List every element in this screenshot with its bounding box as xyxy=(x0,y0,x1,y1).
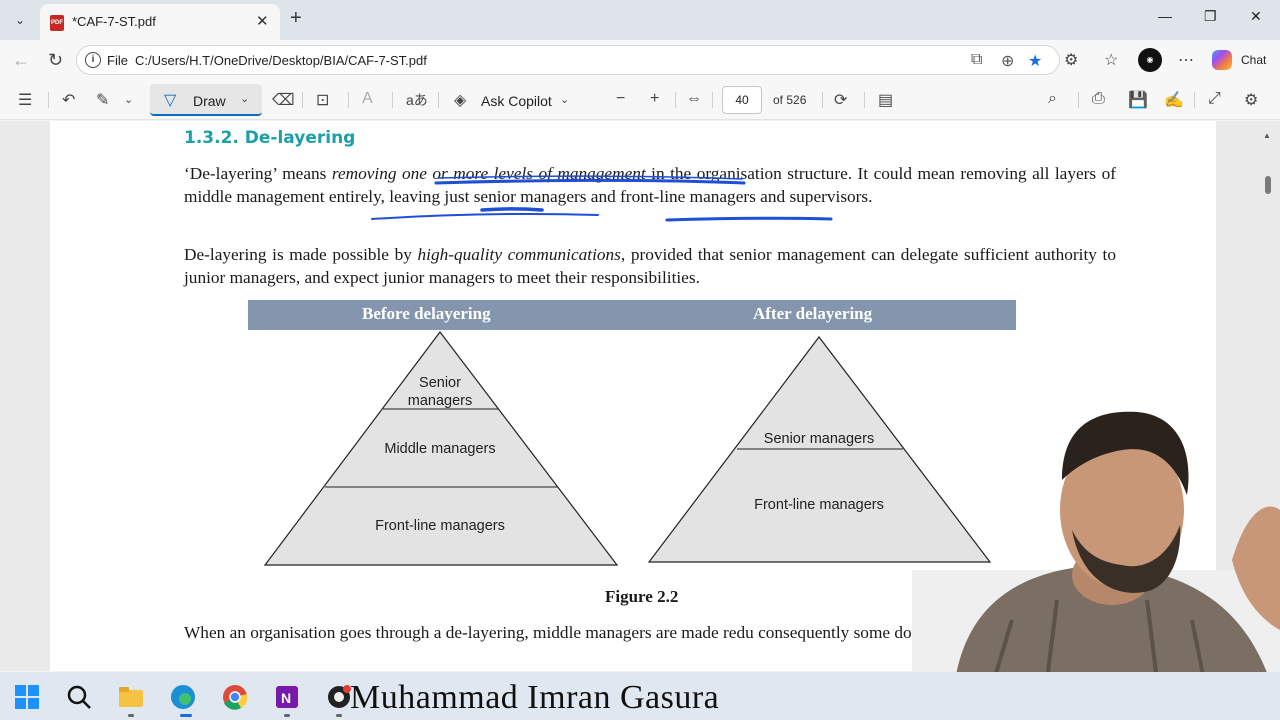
print-icon[interactable]: ⎙ xyxy=(1092,90,1105,108)
separator xyxy=(302,92,303,108)
separator xyxy=(712,92,713,108)
rotate-icon[interactable]: ⟳ xyxy=(834,90,847,110)
scheme-label: File xyxy=(107,53,128,68)
url-text[interactable]: C:/Users/H.T/OneDrive/Desktop/BIA/CAF-7-… xyxy=(135,53,427,68)
new-tab-button[interactable]: + xyxy=(290,7,302,30)
onenote-icon[interactable]: N xyxy=(274,684,300,710)
copilot-chevron-icon[interactable]: ⌄ xyxy=(560,93,569,106)
after-frontline-label: Front-line managers xyxy=(754,497,884,513)
scroll-thumb[interactable] xyxy=(1265,176,1271,194)
after-senior-label: Senior managers xyxy=(764,431,874,447)
running-indicator xyxy=(128,714,134,717)
erase-icon[interactable]: ⌫ xyxy=(272,90,295,110)
back-icon[interactable]: ← xyxy=(12,50,30,71)
separator xyxy=(822,92,823,108)
restore-icon[interactable]: ❐ xyxy=(1204,8,1217,25)
highlight-icon[interactable]: ✎ xyxy=(96,90,109,110)
fullscreen-icon[interactable]: ⤢ xyxy=(1208,90,1221,108)
address-bar[interactable]: i File C:/Users/H.T/OneDrive/Desktop/BIA… xyxy=(76,45,1060,75)
close-tab-icon[interactable]: ✕ xyxy=(256,12,269,30)
separator xyxy=(1078,92,1079,108)
settings-gear-icon[interactable]: ⚙ xyxy=(1244,90,1258,110)
pdf-file-icon: PDF xyxy=(50,15,64,31)
tab-pdf[interactable]: PDF *CAF-7-ST.pdf ✕ xyxy=(40,4,280,40)
address-bar-row: ← ↻ i File C:/Users/H.T/OneDrive/Desktop… xyxy=(0,40,1280,80)
presenter-name-watermark: Muhammad Imran Gasura xyxy=(350,679,720,716)
separator xyxy=(392,92,393,108)
close-window-icon[interactable]: ✕ xyxy=(1250,8,1262,25)
separator xyxy=(348,92,349,108)
file-explorer-icon[interactable] xyxy=(118,684,144,710)
copilot-chat-button[interactable]: Chat xyxy=(1208,46,1272,74)
tab-strip: ⌄ PDF *CAF-7-ST.pdf ✕ + — ❐ ✕ xyxy=(0,0,1280,40)
edge-browser-icon[interactable] xyxy=(170,684,196,710)
fit-to-width-icon[interactable]: ⇔ xyxy=(686,90,702,108)
search-icon[interactable]: ⌕ xyxy=(1048,90,1057,108)
tab-title: *CAF-7-ST.pdf xyxy=(72,14,156,29)
save-icon[interactable]: 💾 xyxy=(1128,90,1148,110)
ink-underline-3 xyxy=(371,213,599,220)
before-pyramid: Senior managers Middle managers Front-li… xyxy=(263,331,619,566)
ink-underline-2 xyxy=(437,175,743,180)
immersive-reader-icon[interactable]: ⧉ xyxy=(971,51,982,69)
before-senior-label-2: managers xyxy=(408,393,472,409)
tab-actions-menu-icon[interactable]: ⌄ xyxy=(8,8,32,32)
ink-annotations xyxy=(371,175,833,222)
extensions-icon[interactable]: ⚙ xyxy=(1064,50,1078,70)
undo-icon[interactable]: ↶ xyxy=(62,90,75,110)
separator xyxy=(675,92,676,108)
running-indicator xyxy=(284,714,290,717)
read-aloud-icon[interactable]: aあ xyxy=(406,90,428,110)
zoom-in-icon[interactable]: + xyxy=(650,90,659,108)
obs-recorder-icon[interactable] xyxy=(326,684,352,710)
svg-text:N: N xyxy=(281,690,291,706)
active-indicator xyxy=(180,714,192,717)
page-view-icon[interactable]: ▤ xyxy=(878,90,893,110)
text-format-icon[interactable]: A xyxy=(362,90,373,108)
profile-avatar[interactable]: ◉ xyxy=(1138,48,1162,72)
draw-label: Draw xyxy=(193,93,226,109)
separator xyxy=(1194,92,1195,108)
separator xyxy=(48,92,49,108)
running-indicator xyxy=(336,714,342,717)
save-as-icon[interactable]: ✍ xyxy=(1164,90,1184,110)
page-total: of 526 xyxy=(773,93,807,107)
page-number-input[interactable]: 40 xyxy=(722,86,762,114)
highlight-chevron-icon[interactable]: ⌄ xyxy=(124,93,133,106)
ink-underline-5 xyxy=(665,216,833,222)
before-senior-label-1: Senior xyxy=(419,375,461,391)
zoom-icon[interactable]: ⊕ xyxy=(1001,51,1014,71)
figure-caption: Figure 2.2 xyxy=(605,587,679,606)
contents-icon[interactable]: ☰ xyxy=(18,90,32,110)
chat-label: Chat xyxy=(1241,53,1267,67)
separator xyxy=(438,92,439,108)
before-frontline-label: Front-line managers xyxy=(375,518,505,534)
draw-chevron-icon[interactable]: ⌄ xyxy=(240,92,249,105)
pdf-toolbar: ☰ ↶ ✎ ⌄ ▽ Draw ⌄ ⌫ ⊡ A aあ ◈ ⌄ − + ⇔ ⟳ ▤ … xyxy=(0,80,1280,120)
copilot-icon[interactable]: ◈ xyxy=(454,90,466,110)
favorite-star-icon[interactable]: ★ xyxy=(1028,51,1042,71)
refresh-icon[interactable]: ↻ xyxy=(48,50,63,71)
ask-copilot-label[interactable]: Ask Copilot xyxy=(481,93,552,109)
favorites-icon[interactable]: ☆ xyxy=(1104,50,1118,70)
before-middle-label: Middle managers xyxy=(384,441,495,457)
chrome-icon[interactable] xyxy=(222,684,248,710)
copilot-logo-icon xyxy=(1212,50,1232,70)
zoom-out-icon[interactable]: − xyxy=(616,90,625,108)
add-text-icon[interactable]: ⊡ xyxy=(316,90,329,110)
ink-underline-4 xyxy=(480,207,544,212)
ink-underline-1 xyxy=(434,178,746,185)
windows-start-icon[interactable] xyxy=(14,684,40,710)
scroll-up-icon[interactable]: ▲ xyxy=(1263,131,1271,140)
info-icon[interactable]: i xyxy=(85,52,101,68)
search-icon[interactable] xyxy=(66,684,92,710)
draw-pen-icon: ▽ xyxy=(164,92,177,109)
draw-button[interactable]: ▽ Draw ⌄ xyxy=(150,84,262,116)
more-options-icon[interactable]: ⋯ xyxy=(1178,50,1194,70)
minimize-icon[interactable]: — xyxy=(1158,8,1172,24)
separator xyxy=(864,92,865,108)
